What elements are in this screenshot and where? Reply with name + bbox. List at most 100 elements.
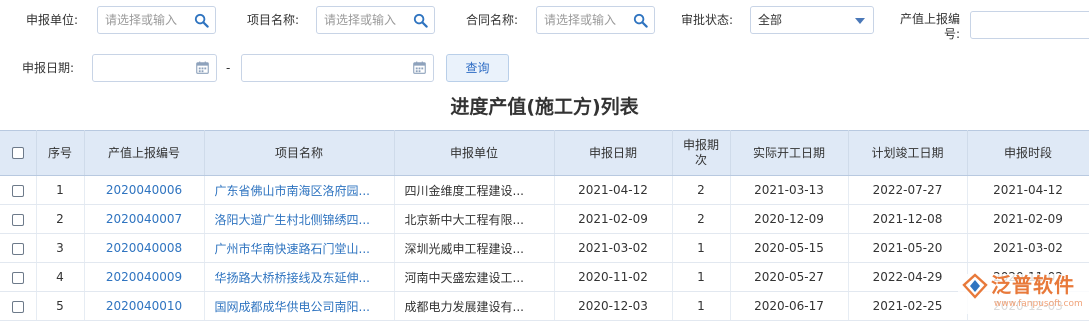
page-title: 进度产值(施工方)列表 — [450, 96, 639, 118]
cell-start-date: 2020-12-09 — [730, 204, 849, 234]
cell-unit: 河南中天盛宏建设工... — [394, 262, 555, 292]
header-end-date[interactable]: 计划竣工日期 — [848, 130, 968, 176]
row-select[interactable] — [0, 204, 37, 234]
search-icon[interactable] — [413, 13, 428, 28]
row-select[interactable] — [0, 175, 37, 205]
cell-start-date: 2021-03-13 — [730, 175, 849, 205]
cell-time: 2021-03-02 — [967, 233, 1089, 263]
status-value: 全部 — [758, 13, 783, 27]
header-time[interactable]: 申报时段 — [967, 130, 1089, 176]
search-icon[interactable] — [633, 13, 648, 28]
cell-seq: 3 — [36, 233, 85, 263]
cell-date: 2020-12-03 — [554, 291, 673, 321]
header-period-line2: 次 — [694, 153, 707, 167]
date-separator: - — [226, 61, 231, 75]
table-row[interactable]: 3 2020040008 广州市华南快速路石门堂山... 深圳光威申工程建设..… — [0, 233, 1089, 263]
row-select[interactable] — [0, 291, 37, 321]
cell-unit: 北京新中大工程有限... — [394, 204, 555, 234]
cell-report-no-link[interactable]: 2020040007 — [84, 204, 205, 234]
cell-project-link[interactable]: 广东省佛山市南海区洛府园... — [204, 175, 395, 205]
row-checkbox[interactable] — [11, 242, 24, 255]
table-row[interactable]: 1 2020040006 广东省佛山市南海区洛府园... 四川金维度工程建设..… — [0, 175, 1089, 205]
cell-end-date: 2022-04-29 — [848, 262, 968, 292]
date-start-input[interactable] — [92, 54, 217, 82]
contract-input[interactable]: 请选择或输入 — [536, 6, 655, 34]
header-period[interactable]: 申报期次 — [672, 130, 731, 176]
status-label: 审批状态: — [681, 13, 734, 27]
select-all-checkbox[interactable] — [11, 147, 24, 159]
report-table: 序号 产值上报编号 项目名称 申报单位 申报日期 申报期次 实际开工日期 计划竣… — [0, 130, 1089, 321]
cell-unit: 深圳光威申工程建设... — [394, 233, 555, 263]
brand-logo-icon — [962, 273, 988, 299]
row-checkbox[interactable] — [11, 271, 24, 284]
unit-input[interactable]: 请选择或输入 — [97, 6, 216, 34]
header-unit[interactable]: 申报单位 — [394, 130, 555, 176]
table-row[interactable]: 4 2020040009 华扬路大桥桥接线及东延伸... 河南中天盛宏建设工..… — [0, 262, 1089, 292]
project-placeholder: 请选择或输入 — [324, 13, 397, 27]
row-checkbox[interactable] — [11, 300, 24, 313]
project-label: 项目名称: — [247, 13, 300, 27]
header-seq: 序号 — [36, 130, 85, 176]
cell-time: 2021-02-09 — [967, 204, 1089, 234]
header-period-line1: 申报期 — [682, 138, 719, 152]
cell-report-no-link[interactable]: 2020040009 — [84, 262, 205, 292]
cell-project-link[interactable]: 华扬路大桥桥接线及东延伸... — [204, 262, 395, 292]
table-row[interactable]: 5 2020040010 国网成都成华供电公司南阳... 成都电力发展建设有..… — [0, 291, 1089, 321]
query-button[interactable]: 查询 — [446, 54, 509, 82]
cell-seq: 4 — [36, 262, 85, 292]
cell-period: 2 — [672, 175, 731, 205]
header-project[interactable]: 项目名称 — [204, 130, 395, 176]
cell-end-date: 2021-12-08 — [848, 204, 968, 234]
cell-project-link[interactable]: 洛阳大道广生村北侧锦绣四... — [204, 204, 395, 234]
cell-unit: 四川金维度工程建设... — [394, 175, 555, 205]
cell-start-date: 2020-05-27 — [730, 262, 849, 292]
date-end-input[interactable] — [241, 54, 434, 82]
cell-period: 2 — [672, 204, 731, 234]
contract-placeholder: 请选择或输入 — [544, 13, 617, 27]
cell-project-link[interactable]: 国网成都成华供电公司南阳... — [204, 291, 395, 321]
cell-report-no-link[interactable]: 2020040008 — [84, 233, 205, 263]
cell-end-date: 2022-07-27 — [848, 175, 968, 205]
search-icon[interactable] — [194, 13, 209, 28]
cell-period: 1 — [672, 262, 731, 292]
row-select[interactable] — [0, 233, 37, 263]
cell-period: 1 — [672, 233, 731, 263]
cell-start-date: 2020-05-15 — [730, 233, 849, 263]
dropdown-arrow-icon[interactable] — [855, 18, 865, 24]
status-select[interactable]: 全部 — [750, 6, 874, 34]
report-no-label-line2: 号: — [944, 27, 961, 41]
cell-seq: 5 — [36, 291, 85, 321]
cell-end-date: 2021-05-20 — [848, 233, 968, 263]
watermark-logo: 泛普软件 www.fanpusoft.com — [958, 270, 1089, 320]
header-select-all[interactable] — [0, 130, 37, 176]
cell-seq: 2 — [36, 204, 85, 234]
table-row[interactable]: 2 2020040007 洛阳大道广生村北侧锦绣四... 北京新中大工程有限..… — [0, 204, 1089, 234]
cell-date: 2021-02-09 — [554, 204, 673, 234]
cell-report-no-link[interactable]: 2020040010 — [84, 291, 205, 321]
unit-label: 申报单位: — [26, 13, 79, 27]
contract-label: 合同名称: — [466, 13, 519, 27]
cell-time: 2021-04-12 — [967, 175, 1089, 205]
cell-project-link[interactable]: 广州市华南快速路石门堂山... — [204, 233, 395, 263]
header-report-no[interactable]: 产值上报编号 — [84, 130, 205, 176]
cell-date: 2021-03-02 — [554, 233, 673, 263]
unit-placeholder: 请选择或输入 — [105, 13, 178, 27]
table-header-row: 序号 产值上报编号 项目名称 申报单位 申报日期 申报期次 实际开工日期 计划竣… — [0, 130, 1089, 176]
header-date[interactable]: 申报日期 — [554, 130, 673, 176]
cell-date: 2021-04-12 — [554, 175, 673, 205]
cell-period: 1 — [672, 291, 731, 321]
date-label: 申报日期: — [22, 61, 75, 75]
calendar-icon[interactable] — [196, 61, 209, 74]
row-checkbox[interactable] — [11, 213, 24, 226]
watermark-url: www.fanpusoft.com — [994, 299, 1083, 309]
cell-unit: 成都电力发展建设有... — [394, 291, 555, 321]
cell-report-no-link[interactable]: 2020040006 — [84, 175, 205, 205]
report-no-label-line1: 产值上报编 — [900, 12, 961, 26]
row-select[interactable] — [0, 262, 37, 292]
watermark-brand: 泛普软件 — [991, 273, 1075, 297]
calendar-icon[interactable] — [413, 61, 426, 74]
row-checkbox[interactable] — [11, 184, 24, 197]
header-start-date[interactable]: 实际开工日期 — [730, 130, 849, 176]
project-input[interactable]: 请选择或输入 — [316, 6, 435, 34]
report-no-input[interactable] — [970, 11, 1089, 39]
